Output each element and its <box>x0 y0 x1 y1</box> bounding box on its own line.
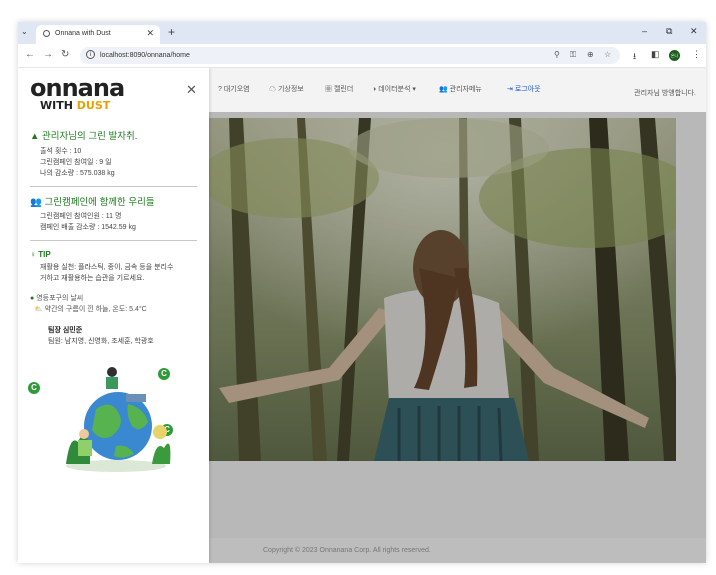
campaign-days: 그린캠페인 참여일 : 9 일 <box>40 159 112 166</box>
people-icon: 👥 <box>30 197 42 208</box>
kebab-menu-icon[interactable]: ⋮ <box>692 49 701 60</box>
tab-dropdown-icon[interactable]: ⌄ <box>21 27 28 36</box>
new-tab-icon[interactable]: + <box>168 25 175 39</box>
url-text[interactable]: localhost:8090/onnana/home <box>100 52 190 59</box>
caret-down-icon: ▾ <box>412 86 416 93</box>
nav-calendar-label: 캘린더 <box>333 86 354 93</box>
footer: Copyright © 2023 Onnanana Corp. All righ… <box>209 538 706 563</box>
browser-window: ⌄ Onnana with Dust ✕ + – ⧉ ✕ ← → ↻ i loc… <box>18 22 706 563</box>
web-page: ? 대기오염 ☁ 기상정보 ▦ 캘린더 ◑ 데이터분석 ▾ 👥 관리자메뉴 ⇥ … <box>18 68 706 563</box>
restore-icon[interactable]: ⧉ <box>666 26 672 37</box>
logo-subtitle: WITH DUST <box>40 99 110 112</box>
tree-icon: ▲ <box>30 131 40 142</box>
divider <box>30 240 197 241</box>
logo-dust: DUST <box>76 99 111 112</box>
logo-onnana[interactable]: onnana <box>30 74 125 102</box>
tip-text-line1: 재활용 실천: 플라스틱, 종이, 금속 등을 분리수 <box>40 264 174 271</box>
profile-avatar[interactable]: 온나 <box>669 50 680 61</box>
tab-title: Onnana with Dust <box>55 30 111 37</box>
section-campaign-members: 👥 그린캠페인에 함께한 우리들 <box>30 194 155 208</box>
logout-icon: ⇥ <box>507 86 513 93</box>
nav-air-pollution[interactable]: ? 대기오염 <box>218 84 250 94</box>
location-pin-icon: ● <box>30 295 35 302</box>
nav-admin-menu[interactable]: 👥 관리자메뉴 <box>439 84 482 94</box>
logo-with: WITH <box>40 99 73 112</box>
sidepanel-icon[interactable]: ◧ <box>651 49 660 60</box>
weather-location-text: 영등포구의 날씨 <box>36 295 84 302</box>
tab-close-icon[interactable]: ✕ <box>146 28 154 39</box>
reload-icon[interactable]: ↻ <box>61 49 69 60</box>
users-icon: 👥 <box>439 86 448 93</box>
campaign-reduction: 캠페인 배출 감소량 : 1542.59 kg <box>40 224 136 231</box>
section-campaign-title: 그린캠페인에 함께한 우리들 <box>44 197 155 208</box>
tab-strip: ⌄ Onnana with Dust ✕ + – ⧉ ✕ <box>18 22 706 44</box>
nav-logout[interactable]: ⇥ 로그아웃 <box>507 84 541 94</box>
close-window-icon[interactable]: ✕ <box>690 26 698 37</box>
earth-illustration <box>66 367 171 472</box>
minimize-icon[interactable]: – <box>642 26 647 36</box>
nav-logout-label: 로그아웃 <box>514 86 541 93</box>
nav-data-analysis[interactable]: ◑ 데이터분석 ▾ <box>372 84 416 94</box>
team-members: 팀원: 남지영, 신영화, 조세훈, 학광호 <box>48 338 154 345</box>
section-my-footprint: ▲ 관리자님의 그린 발자취. <box>30 128 137 142</box>
favicon-icon <box>43 30 50 37</box>
section-my-footprint-title: 관리자님의 그린 발자취. <box>42 131 138 142</box>
address-bar-row: ← → ↻ i localhost:8090/onnana/home ⚲ ⚿ ⊕… <box>18 44 706 68</box>
close-sidebar-icon[interactable]: ✕ <box>186 82 197 98</box>
attendance-count: 출석 횟수 : 10 <box>40 148 82 155</box>
my-reduction: 나의 감소량 : 575.038 kg <box>40 170 115 177</box>
tip-label: TIP <box>38 250 51 259</box>
location-icon[interactable]: ⚲ <box>554 50 560 59</box>
weather-location: ● 영등포구의 날씨 <box>30 293 83 303</box>
team-leader: 팀장 심민준 <box>48 327 83 334</box>
top-navigation: ? 대기오염 ☁ 기상정보 ▦ 캘린더 ◑ 데이터분석 ▾ 👥 관리자메뉴 ⇥ … <box>209 68 706 112</box>
url-bar[interactable]: i localhost:8090/onnana/home ⚲ ⚿ ⊕ ☆ <box>80 47 620 64</box>
browser-tab[interactable]: Onnana with Dust ✕ <box>36 25 160 44</box>
weather-desc-text: 약간의 구름이 낀 하늘, 온도: 5.4°C <box>44 306 147 313</box>
nav-admin-label: 관리자메뉴 <box>449 86 482 93</box>
sidebar-panel: onnana WITH DUST ✕ ▲ 관리자님의 그린 발자취. 출석 횟수… <box>18 68 209 563</box>
calendar-icon: ▦ <box>325 86 332 93</box>
weather-desc: ⛅ 약간의 구름이 낀 하늘, 온도: 5.4°C <box>34 304 147 314</box>
cloud-icon: ☁ <box>269 86 276 93</box>
star-icon[interactable]: ☆ <box>604 50 611 59</box>
nav-weather[interactable]: ☁ 기상정보 <box>269 84 304 94</box>
dim-overlay[interactable] <box>209 112 706 563</box>
key-icon[interactable]: ⚿ <box>570 50 576 60</box>
nav-weather-label: 기상정보 <box>277 86 304 93</box>
divider <box>30 186 197 187</box>
campaign-participants: 그린캠페인 참여인원 : 11 명 <box>40 213 122 220</box>
back-arrow-icon[interactable]: ← <box>25 49 35 60</box>
lightbulb-icon: ♀ <box>30 250 36 259</box>
forward-arrow-icon[interactable]: → <box>43 49 53 60</box>
tip-text-line2: 거하고 재활용하는 습관을 기르세요. <box>40 275 145 282</box>
tip-heading: ♀ TIP <box>30 250 51 259</box>
cloud-sun-icon: ⛅ <box>34 306 43 313</box>
copyright-text: Copyright © 2023 Onnanana Corp. All righ… <box>263 547 431 554</box>
download-icon[interactable]: ⭳ <box>633 49 636 65</box>
nav-data-analysis-label: 데이터분석 <box>378 86 411 93</box>
zoom-icon[interactable]: ⊕ <box>587 50 594 59</box>
info-icon[interactable]: i <box>86 50 95 59</box>
chart-icon: ◑ <box>372 86 377 93</box>
greeting-text: 관리자님 방앵합니다. <box>634 90 696 97</box>
nav-calendar[interactable]: ▦ 캘린더 <box>325 84 353 94</box>
coin-icon: C <box>28 382 40 394</box>
